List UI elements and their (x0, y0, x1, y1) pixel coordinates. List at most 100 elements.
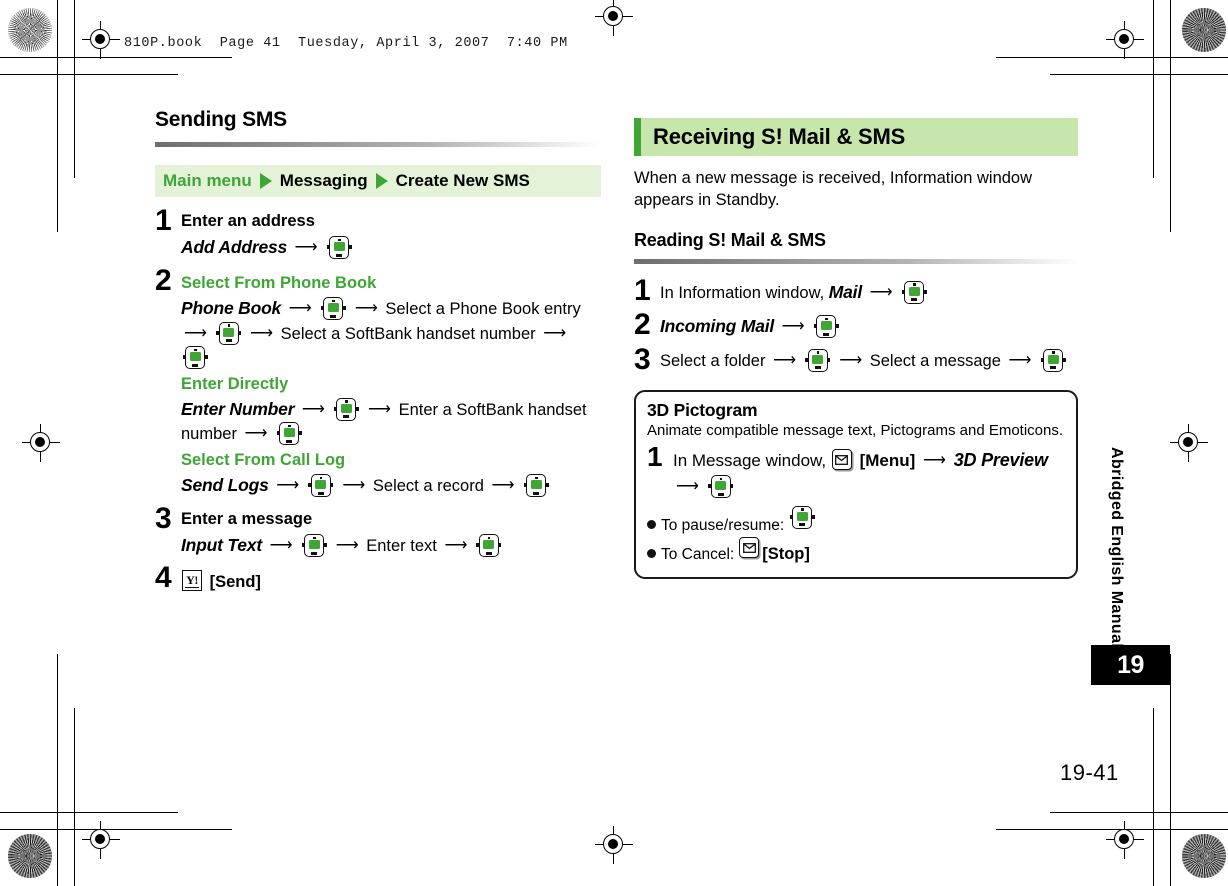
arrow-icon: ⟶ (276, 477, 300, 495)
bullet-text: To Cancel: (661, 546, 735, 564)
key-label-send: [Send] (209, 573, 261, 592)
bullet-icon (647, 519, 656, 529)
callout-description: Animate compatible message text, Pictogr… (647, 422, 1064, 440)
breadcrumb-item-main-menu[interactable]: Main menu (163, 171, 252, 191)
step-body: Y! [Send] (181, 564, 601, 594)
step-4: 4 Y! [Send] (155, 563, 601, 594)
command-add-address: Add Address (181, 237, 288, 258)
navigation-key-icon (523, 474, 549, 498)
page-number: 19-41 (1060, 760, 1119, 785)
option-label-select-from-call-log: Select From Call Log (181, 450, 346, 469)
arrow-icon: ⟶ (676, 478, 699, 496)
command-phone-book: Phone Book (181, 298, 282, 319)
navigation-key-icon (813, 315, 839, 339)
arrow-icon: ⟶ (543, 324, 567, 342)
section-header: Receiving S! Mail & SMS (634, 118, 1078, 156)
arrow-icon: ⟶ (335, 537, 359, 555)
instruction-text: Select a Phone Book entry (385, 300, 581, 319)
envelope-key-icon (831, 449, 854, 471)
bullet-icon (647, 549, 656, 559)
chevron-right-icon (259, 173, 272, 189)
page-content: Sending SMS Main menu Messaging Create N… (0, 0, 1228, 886)
arrow-icon: ⟶ (781, 318, 805, 336)
navigation-key-icon (320, 297, 346, 321)
envelope-key-icon (739, 537, 761, 559)
breadcrumb-item-create-new-sms[interactable]: Create New SMS (396, 171, 530, 191)
step-number: 3 (155, 501, 172, 535)
step-title: Enter a message (181, 509, 313, 528)
arrow-icon: ⟶ (368, 400, 391, 418)
option-label-enter-directly: Enter Directly (181, 374, 289, 393)
subheading-rule (634, 258, 1078, 264)
step-number: 1 (647, 441, 663, 473)
step-body: Incoming Mail ⟶ (660, 311, 1078, 339)
key-label-stop: [Stop] (762, 545, 810, 564)
navigation-key-icon (308, 474, 334, 498)
arrow-icon: ⟶ (923, 452, 946, 470)
navigation-key-icon (1040, 348, 1066, 373)
instruction-text: Select a message (869, 351, 1001, 370)
navigation-key-icon (276, 422, 302, 446)
reading-step-1: 1 In Information window, Mail ⟶ (634, 276, 1078, 306)
instruction-text: Select a SoftBank handset number (280, 324, 536, 343)
instruction-text: In Information window, (660, 283, 825, 302)
instruction-text: In Message window, (673, 451, 827, 471)
yahoo-key-icon: Y! (182, 570, 204, 592)
step-number: 3 (634, 342, 651, 376)
navigation-key-icon (182, 346, 208, 370)
step-body: In Information window, Mail ⟶ (660, 277, 1078, 305)
section-title: Receiving S! Mail & SMS (653, 124, 906, 149)
page-title: Sending SMS (155, 108, 287, 131)
manual-side-label: Abridged English Manual (1108, 447, 1125, 649)
command-input-text: Input Text (181, 535, 262, 556)
section-accent-bar (634, 118, 641, 156)
callout-bullet-cancel: To Cancel: [Stop] (647, 537, 1065, 567)
step-body: Select a folder ⟶ ⟶ Select a message ⟶ (660, 346, 1078, 373)
arrow-icon: ⟶ (250, 324, 274, 342)
step-number: 2 (634, 308, 651, 342)
command-enter-number: Enter Number (181, 398, 295, 419)
arrow-icon: ⟶ (184, 324, 207, 342)
arrow-icon: ⟶ (869, 283, 893, 301)
bullet-text: To pause/resume: (661, 516, 785, 534)
arrow-icon: ⟶ (269, 537, 293, 555)
navigation-key-icon (708, 475, 734, 499)
step-body: In Message window, [Menu] ⟶ 3D Preview ⟶ (673, 444, 1065, 500)
navigation-key-icon (789, 505, 815, 530)
arrow-icon: ⟶ (491, 477, 515, 495)
section-intro-text: When a new message is received, Informat… (634, 169, 1033, 209)
command-send-logs: Send Logs (181, 475, 269, 496)
arrow-icon: ⟶ (444, 537, 468, 555)
navigation-key-icon (805, 348, 831, 373)
arrow-icon: ⟶ (244, 425, 268, 443)
step-number: 2 (155, 263, 172, 297)
instruction-text: Select a record (372, 477, 484, 496)
callout-title: 3D Pictogram (647, 400, 758, 421)
step-number: 1 (155, 204, 172, 237)
arrow-icon: ⟶ (342, 477, 366, 495)
envelope-icon (835, 454, 849, 465)
command-mail: Mail (828, 281, 863, 302)
step-body: Enter an address Add Address ⟶ (181, 207, 601, 261)
navigation-key-icon (901, 280, 927, 305)
step-title: Enter an address (181, 212, 315, 230)
chapter-tab: 19 (1091, 645, 1170, 685)
arrow-icon: ⟶ (773, 351, 797, 369)
breadcrumb: Main menu Messaging Create New SMS (155, 165, 601, 197)
breadcrumb-item-messaging[interactable]: Messaging (280, 171, 368, 191)
callout-step-1: 1 In Message window, [Menu] ⟶ 3D Preview… (647, 441, 1065, 500)
heading-rule (155, 142, 601, 147)
navigation-key-icon (476, 534, 502, 558)
yahoo-key-glyph: Y! (185, 573, 199, 588)
command-incoming-mail: Incoming Mail (660, 316, 775, 337)
instruction-text: Enter text (366, 537, 437, 556)
step-1: 1 Enter an address Add Address ⟶ (155, 204, 601, 261)
navigation-key-icon (216, 321, 242, 346)
command-3d-preview: 3D Preview (953, 450, 1048, 471)
callout-3d-pictogram: 3D Pictogram Animate compatible message … (634, 390, 1078, 580)
key-label-menu: [Menu] (859, 451, 916, 471)
arrow-icon: ⟶ (294, 239, 318, 257)
option-label-select-from-phone-book: Select From Phone Book (181, 273, 377, 292)
callout-bullet-pause-resume: To pause/resume: (647, 505, 1065, 537)
arrow-icon: ⟶ (1008, 351, 1032, 369)
